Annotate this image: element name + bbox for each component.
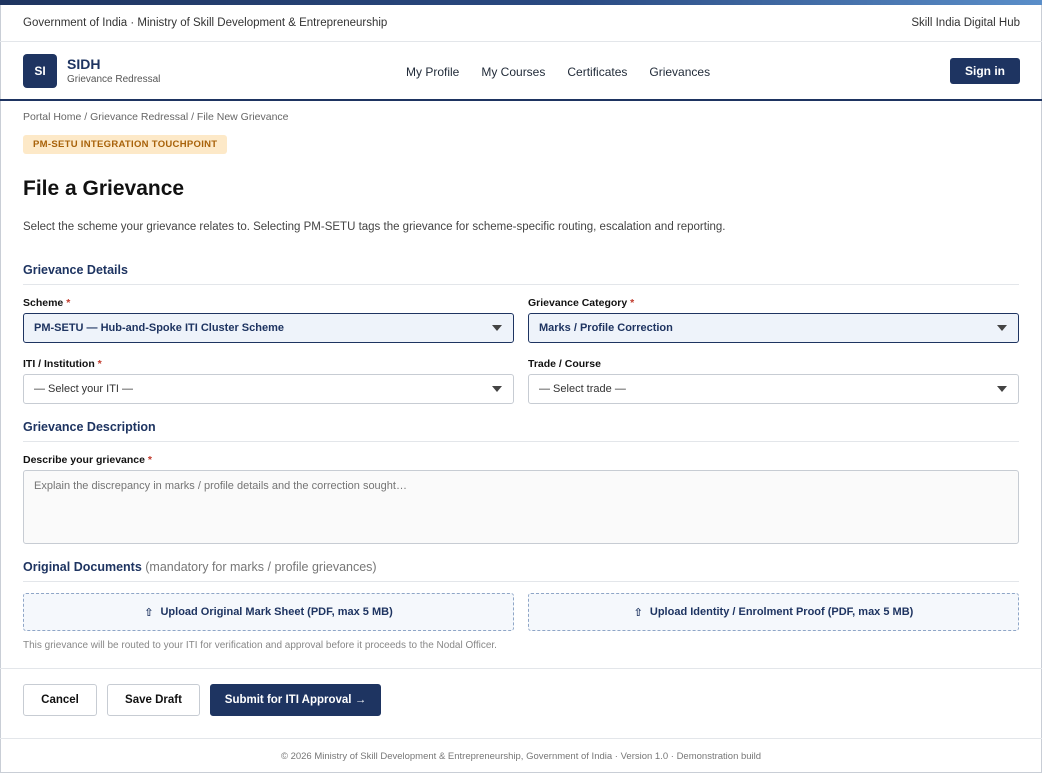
category-select-value: Marks / Profile Correction [539,322,673,334]
chevron-down-icon [997,386,1007,392]
chevron-down-icon [997,325,1007,331]
chevron-down-icon [492,325,502,331]
save-draft-button[interactable]: Save Draft [107,684,200,716]
scheme-select-value: PM-SETU — Hub-and-Spoke ITI Cluster Sche… [34,322,284,334]
description-label: Describe your grievance * [23,454,152,466]
nav-grievances[interactable]: Grievances [649,65,710,79]
iti-select[interactable]: — Select your ITI — [23,374,514,404]
nav-certificates[interactable]: Certificates [567,65,627,79]
form-actions: Cancel Save Draft Submit for ITI Approva… [0,668,1042,739]
sign-in-button[interactable]: Sign in [950,58,1020,84]
iti-label: ITI / Institution * [23,358,102,370]
iti-select-value: — Select your ITI — [34,383,134,395]
intro-text: Select the scheme your grievance relates… [23,221,726,233]
brand: SIDH Grievance Redressal [67,56,160,85]
routing-hint: This grievance will be routed to your IT… [23,640,497,651]
upload-icon: ⇧ [144,606,154,619]
brand-name: SIDH [67,56,101,72]
documents-title: Original Documents [23,560,142,574]
breadcrumb[interactable]: Portal Home / Grievance Redressal / File… [23,111,289,123]
footer: © 2026 Ministry of Skill Development & E… [280,750,762,762]
required-marker: * [630,297,635,309]
upload-identity-proof-label: Upload Identity / Enrolment Proof (PDF, … [649,606,914,618]
gov-bar-title: Government of India · Ministry of Skill … [23,17,388,29]
scheme-label: Scheme * [23,297,70,309]
submit-button[interactable]: Submit for ITI Approval → [210,684,381,716]
cancel-button[interactable]: Cancel [23,684,97,716]
grievance-description-input[interactable] [23,470,1019,544]
category-select[interactable]: Marks / Profile Correction [528,313,1019,343]
site-header: SI SIDH Grievance Redressal My Profile M… [0,42,1042,101]
section-grievance-details: Grievance Details [23,263,1019,285]
documents-note: (mandatory for marks / profile grievance… [145,560,377,574]
upload-identity-proof-button[interactable]: ⇧ Upload Identity / Enrolment Proof (PDF… [528,593,1019,631]
chevron-down-icon [492,386,502,392]
required-marker: * [66,297,71,309]
nav-my-profile[interactable]: My Profile [406,65,459,79]
required-marker: * [97,358,102,370]
section-original-documents: Original Documents (mandatory for marks … [23,560,1019,582]
trade-select[interactable]: — Select trade — [528,374,1019,404]
category-label-text: Grievance Category [528,297,628,309]
upload-mark-sheet-button[interactable]: ⇧ Upload Original Mark Sheet (PDF, max 5… [23,593,514,631]
scheme-select[interactable]: PM-SETU — Hub-and-Spoke ITI Cluster Sche… [23,313,514,343]
trade-select-value: — Select trade — [539,383,626,395]
gov-bar: Government of India · Ministry of Skill … [0,5,1042,42]
upload-mark-sheet-label: Upload Original Mark Sheet (PDF, max 5 M… [160,606,393,618]
nav-my-courses[interactable]: My Courses [481,65,545,79]
iti-label-text: ITI / Institution [23,358,95,370]
scheme-label-text: Scheme [23,297,64,309]
trade-label: Trade / Course [528,358,601,370]
logo[interactable]: SI [23,53,57,88]
description-label-text: Describe your grievance [23,454,145,466]
required-marker: * [147,454,152,466]
section-grievance-description: Grievance Description [23,420,1019,442]
upload-icon: ⇧ [633,606,643,619]
main-nav: My Profile My Courses Certificates Griev… [406,42,732,101]
integration-badge: PM-SETU INTEGRATION TOUCHPOINT [23,135,228,154]
page-title: File a Grievance [23,177,185,200]
gov-bar-hub-link[interactable]: Skill India Digital Hub [911,17,1020,29]
category-label: Grievance Category * [528,297,634,309]
brand-subtitle: Grievance Redressal [67,74,161,85]
